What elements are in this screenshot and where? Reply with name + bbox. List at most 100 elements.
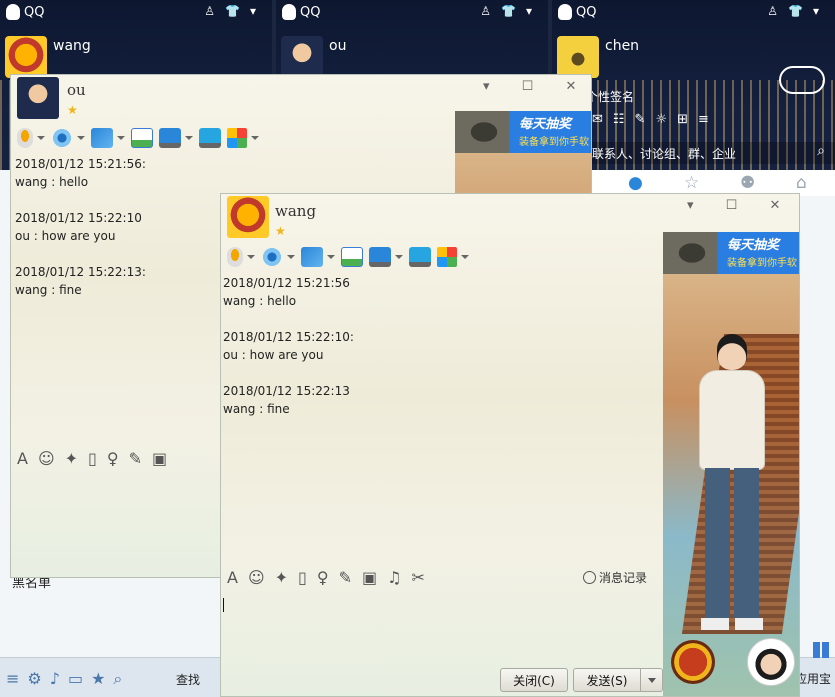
chat-toolbar <box>227 244 469 270</box>
magic-icon[interactable]: ✦ <box>275 568 288 587</box>
ad-soldier-image <box>669 236 715 270</box>
mic-icon <box>227 247 243 267</box>
chevron-down-icon <box>395 255 403 259</box>
avatar[interactable] <box>557 36 599 78</box>
text-cursor <box>223 598 224 612</box>
qq-penguin-icon <box>282 4 296 20</box>
message-history[interactable]: 2018/01/12 15:21:56 wang : hello 2018/01… <box>223 274 643 436</box>
screen-share-button[interactable] <box>369 245 403 269</box>
ad-soldier-image <box>461 115 507 149</box>
status-icons[interactable]: ✉☷✎☼⊞≡ <box>592 112 719 127</box>
camera-icon <box>51 128 73 148</box>
message-timestamp: 2018/01/12 15:22:10: <box>223 330 354 344</box>
share-button[interactable] <box>409 245 431 269</box>
bottom-toolbar-icons[interactable]: ≡⚙♪▭★⌕ <box>6 669 130 689</box>
emoji-icon[interactable]: ☺ <box>248 568 265 587</box>
video-call-button[interactable] <box>261 245 295 269</box>
message-timestamp: 2018/01/12 15:22:13 <box>223 384 350 398</box>
share-button[interactable] <box>199 126 221 150</box>
file-transfer-icon <box>91 128 113 148</box>
send-button[interactable]: 发送(S) <box>573 668 641 692</box>
avatar[interactable] <box>5 36 47 78</box>
qq-show-panel <box>663 274 799 696</box>
mic-icon <box>17 128 33 148</box>
scissors-icon[interactable]: ✂ <box>411 568 424 587</box>
font-icon[interactable]: A <box>227 568 238 587</box>
qq-show-avatar-figure[interactable] <box>695 334 771 634</box>
chevron-down-icon <box>647 677 656 683</box>
signature[interactable]: 个性签名 <box>586 88 634 105</box>
more-apps-icon <box>227 128 247 148</box>
font-icon[interactable]: A <box>17 449 28 468</box>
file-transfer-button[interactable] <box>91 126 125 150</box>
tab-contacts-icon[interactable]: ● <box>628 173 643 193</box>
image-icon[interactable]: ▣ <box>362 568 377 587</box>
contact-name[interactable]: wang <box>275 202 316 220</box>
voice-call-button[interactable] <box>227 245 255 269</box>
file-transfer-button[interactable] <box>301 245 335 269</box>
flame-badge-icon[interactable] <box>671 640 715 684</box>
history-label: 消息记录 <box>599 571 648 585</box>
send-options-button[interactable] <box>641 668 663 692</box>
voice-icon[interactable]: ♀ <box>107 449 119 468</box>
titlebar-buttons[interactable]: ♙👕▾ <box>767 4 829 18</box>
app-store-label[interactable]: 应用宝 <box>795 670 831 687</box>
chevron-down-icon <box>37 136 45 140</box>
window-controls[interactable]: ▾ ☐ ✕ <box>483 79 590 94</box>
share-icon <box>199 128 221 148</box>
nickname: ou <box>329 38 347 54</box>
game-ad-banner[interactable]: 每天抽奖 装备拿到你手软 <box>663 232 799 274</box>
image-icon[interactable]: ▣ <box>152 449 167 468</box>
music-icon[interactable]: ♫ <box>387 568 401 587</box>
app-grid-icon[interactable] <box>813 642 829 658</box>
chevron-down-icon <box>287 255 295 259</box>
search-icon[interactable]: ⌕ <box>817 143 825 159</box>
message-timestamp: 2018/01/12 15:21:56 <box>223 276 350 290</box>
share-icon <box>409 247 431 267</box>
weather-cloud-icon[interactable] <box>779 66 825 94</box>
shake-icon[interactable]: ▯ <box>298 568 307 587</box>
remote-assist-button[interactable] <box>341 245 363 269</box>
find-button[interactable]: 查找 <box>176 671 200 688</box>
voice-call-button[interactable] <box>17 126 45 150</box>
chevron-down-icon <box>327 255 335 259</box>
tab-education-icon[interactable]: ⌂ <box>796 173 807 193</box>
window-controls[interactable]: ▾ ☐ ✕ <box>687 198 794 213</box>
remote-assist-button[interactable] <box>131 126 153 150</box>
chat-toolbar <box>17 125 259 151</box>
panel-titlebar: QQ ♙👕▾ <box>552 0 835 26</box>
input-toolbar: A ☺ ✦ ▯ ♀ ✎ ▣ <box>17 445 167 471</box>
message-history-button[interactable]: 消息记录 <box>583 569 647 586</box>
contact-avatar[interactable] <box>227 196 269 238</box>
message: 2018/01/12 15:21:56: wang : hello <box>15 155 435 191</box>
shake-icon[interactable]: ▯ <box>88 449 97 468</box>
contact-name[interactable]: ou <box>67 81 86 99</box>
titlebar-buttons[interactable]: ♙👕▾ <box>480 4 542 18</box>
more-apps-button[interactable] <box>227 126 259 150</box>
screen-share-button[interactable] <box>159 126 193 150</box>
message: 2018/01/12 15:21:56 wang : hello <box>223 274 643 310</box>
avatar[interactable] <box>281 36 323 78</box>
voice-icon[interactable]: ♀ <box>317 568 329 587</box>
game-ad-banner[interactable]: 每天抽奖 装备拿到你手软 <box>455 111 591 153</box>
video-call-button[interactable] <box>51 126 85 150</box>
titlebar-buttons[interactable]: ♙👕▾ <box>204 4 266 18</box>
contact-search-input[interactable]: 联系人、讨论组、群、企业 <box>552 142 835 164</box>
nickname: chen <box>605 38 640 54</box>
close-button[interactable]: 关闭(C) <box>500 668 568 692</box>
vip-star-icon: ★ <box>67 103 78 117</box>
magic-icon[interactable]: ✦ <box>65 449 78 468</box>
ad-title: 每天抽奖 <box>519 117 572 132</box>
ad-title: 每天抽奖 <box>727 238 780 253</box>
app-title: QQ <box>576 5 597 20</box>
figure-shoes <box>701 618 763 630</box>
more-apps-button[interactable] <box>437 245 469 269</box>
edit-icon[interactable]: ✎ <box>129 449 142 468</box>
tab-groups-icon[interactable]: ⚉ <box>740 173 755 193</box>
tab-favorites-icon[interactable]: ☆ <box>684 173 699 193</box>
emoji-icon[interactable]: ☺ <box>38 449 55 468</box>
edit-icon[interactable]: ✎ <box>339 568 352 587</box>
self-avatar[interactable] <box>747 638 795 686</box>
contact-avatar[interactable] <box>17 77 59 119</box>
remote-assist-icon <box>131 128 153 148</box>
